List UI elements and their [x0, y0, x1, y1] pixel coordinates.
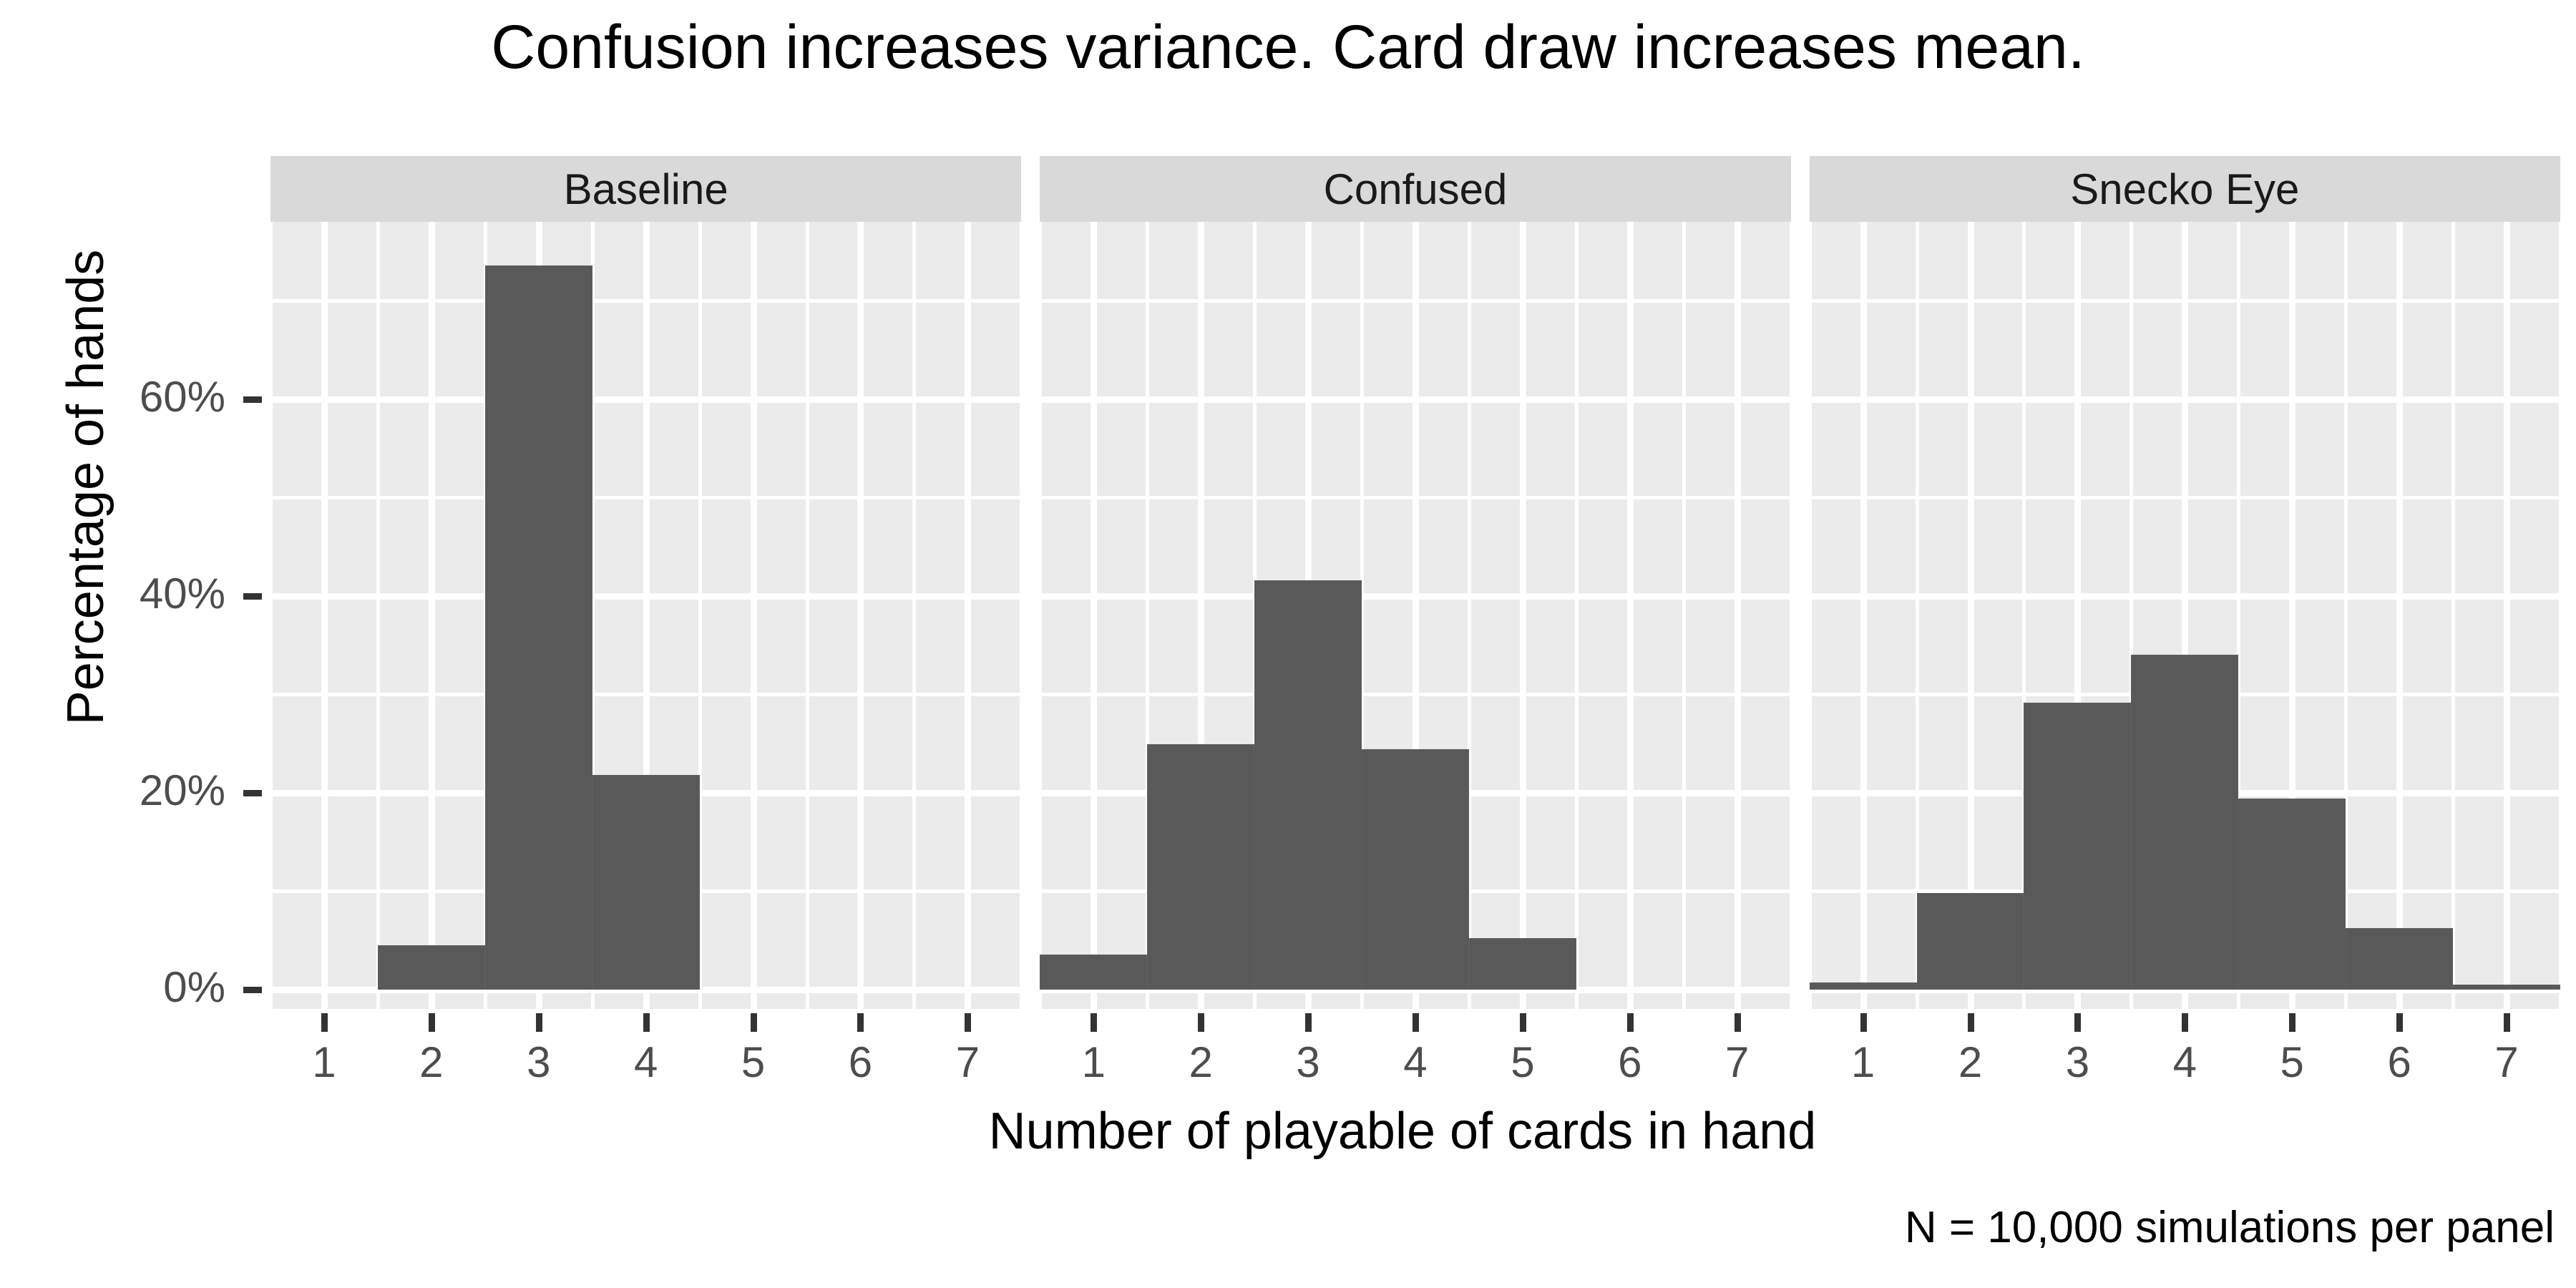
y-axis-tick-label: 0% — [163, 962, 225, 1011]
x-axis-tick-mark — [1412, 1013, 1419, 1032]
x-axis-tick-label: 4 — [633, 1038, 658, 1086]
x-axis-tick-mark — [1967, 1013, 1974, 1032]
x-axis-tick-mark — [1305, 1013, 1312, 1032]
x-axis-tick-label: 7 — [955, 1038, 980, 1086]
x-axis-tick-label: 3 — [2065, 1038, 2090, 1086]
bar — [2238, 798, 2346, 990]
bar — [1916, 892, 2024, 990]
x-axis-tick-label: 1 — [1850, 1038, 1875, 1086]
x-axis-tick-label: 6 — [2387, 1038, 2411, 1086]
bar — [592, 774, 700, 990]
facet-panel: Baseline 1 2 3 4 5 6 7 — [270, 156, 1022, 1086]
x-axis-tick-label: 1 — [312, 1038, 336, 1086]
bar — [2346, 928, 2454, 990]
bar — [1254, 580, 1362, 990]
x-axis-tick-label: 5 — [2280, 1038, 2304, 1086]
y-axis-tick-mark — [243, 789, 262, 796]
facet-panels: Baseline 1 2 3 4 5 6 7 Confused 1 2 3 4 5 6 7 Snecko Eye… — [270, 156, 2560, 1086]
y-axis-tick-label: 60% — [139, 372, 225, 421]
y-axis-tick-label: 20% — [139, 766, 225, 814]
x-axis-tick-mark — [1198, 1013, 1205, 1032]
y-axis-tick-mark — [243, 986, 262, 993]
bar — [484, 265, 592, 990]
plot-area — [270, 222, 1022, 1009]
facet-panel: Confused 1 2 3 4 5 6 7 — [1040, 156, 1791, 1086]
x-axis-tick-label: 3 — [527, 1038, 551, 1086]
bar — [2131, 655, 2239, 990]
bar-series — [1040, 222, 1790, 1009]
x-axis-tick-mark — [2289, 1013, 2296, 1032]
x-axis-tick-label: 4 — [1403, 1038, 1428, 1086]
x-axis-tick-label: 7 — [1725, 1038, 1750, 1086]
chart-caption: N = 10,000 simulations per panel — [1904, 1203, 2555, 1252]
x-axis-tick-mark — [1626, 1013, 1634, 1032]
bar-series — [270, 222, 1021, 1009]
x-axis-title: Number of playable of cards in hand — [988, 1103, 1817, 1160]
x-axis-tick-mark — [750, 1013, 757, 1032]
bar-series — [1809, 222, 2560, 1009]
x-axis-tick-mark — [1091, 1013, 1098, 1032]
x-axis-tick-label: 7 — [2494, 1038, 2519, 1086]
x-axis-tick-label: 2 — [419, 1038, 444, 1086]
x-axis-tick-label: 4 — [2172, 1038, 2197, 1086]
plot-area — [1809, 222, 2560, 1009]
x-axis-tick-mark — [965, 1013, 972, 1032]
x-axis-tick-mark — [2074, 1013, 2082, 1032]
x-axis-tick-label: 5 — [1511, 1038, 1535, 1086]
bar — [2453, 984, 2560, 990]
x-axis-tick-mark — [1734, 1013, 1741, 1032]
x-axis-tick-mark — [857, 1013, 864, 1032]
x-axis-tick-label: 2 — [1958, 1038, 1983, 1086]
x-axis-tick-mark — [2504, 1013, 2511, 1032]
y-axis-tick-label: 40% — [139, 569, 225, 618]
x-axis-tick-mark — [2182, 1013, 2189, 1032]
facet-strip-label: Snecko Eye — [1809, 156, 2560, 222]
x-axis-tick-mark — [2396, 1013, 2404, 1032]
chart-figure: Confusion increases variance. Card draw … — [0, 0, 2576, 1288]
bar — [1040, 955, 1148, 990]
plot-area — [1040, 222, 1791, 1009]
chart-title: Confusion increases variance. Card draw … — [491, 13, 2085, 82]
x-axis-tick-mark — [643, 1013, 650, 1032]
x-axis-tick-mark — [535, 1013, 542, 1032]
y-axis-tick-mark — [243, 592, 262, 600]
facet-strip-label: Baseline — [270, 156, 1022, 222]
y-axis-tick-mark — [243, 396, 262, 403]
bar — [1147, 744, 1255, 990]
x-axis-tick-label: 2 — [1189, 1038, 1213, 1086]
x-axis-tick-mark — [321, 1013, 328, 1032]
facet-panel: Snecko Eye 1 2 3 4 5 6 7 — [1809, 156, 2560, 1086]
bar — [1809, 982, 1917, 990]
facet-strip-label: Confused — [1040, 156, 1791, 222]
x-axis-tick-label: 6 — [1618, 1038, 1642, 1086]
x-axis-tick-label: 3 — [1296, 1038, 1320, 1086]
y-axis-title: Percentage of hands — [57, 249, 114, 726]
x-axis-tick-mark — [1519, 1013, 1526, 1032]
x-axis-tick-label: 5 — [741, 1038, 766, 1086]
x-axis-tick-label: 1 — [1081, 1038, 1106, 1086]
x-axis-tick-mark — [428, 1013, 435, 1032]
bar — [1468, 938, 1576, 990]
x-axis-tick-mark — [1860, 1013, 1867, 1032]
bar — [2024, 703, 2132, 990]
bar — [1362, 749, 1469, 990]
x-axis-tick-label: 6 — [848, 1038, 873, 1086]
bar — [377, 945, 485, 990]
